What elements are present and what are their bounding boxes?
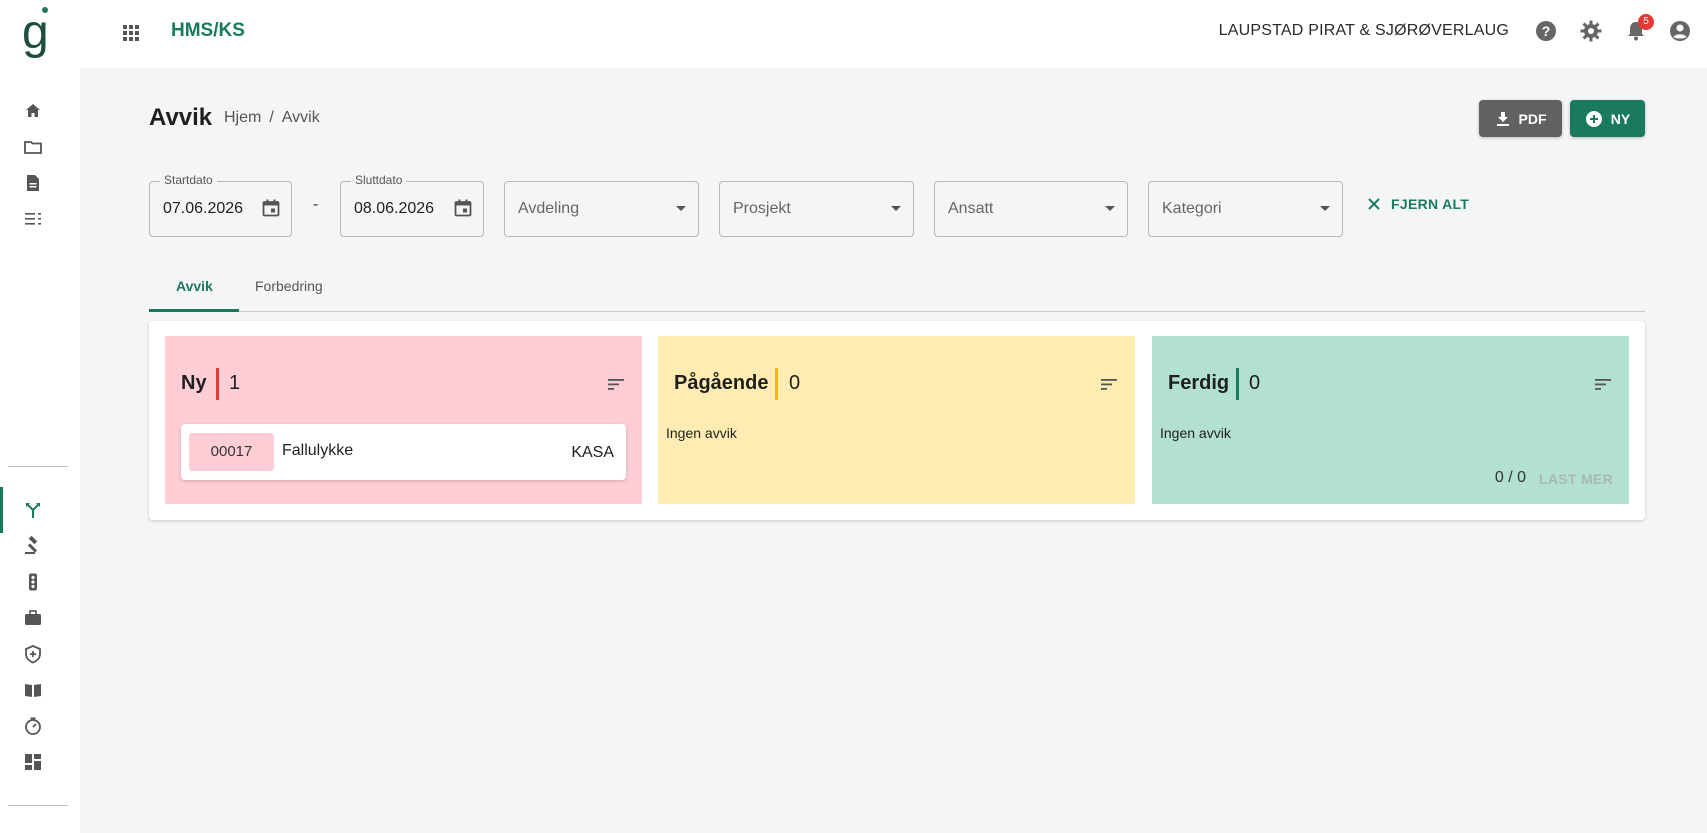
start-date-value[interactable]: 07.06.2026 <box>163 200 243 218</box>
end-date-label: Sluttdato <box>351 173 407 187</box>
category-placeholder: Kategori <box>1162 200 1222 217</box>
dashboard-icon[interactable] <box>22 751 44 773</box>
empty-state-text: Ingen avvik <box>666 425 737 441</box>
kanban-board: Ny 1 00017 Fallulykke KASA Pågående 0 In… <box>149 321 1645 520</box>
department-placeholder: Avdeling <box>518 200 580 217</box>
end-date-field[interactable]: Sluttdato 08.06.2026 <box>340 173 484 237</box>
shield-icon[interactable] <box>22 643 44 665</box>
sort-icon[interactable] <box>1099 374 1119 394</box>
project-placeholder: Prosjekt <box>733 200 791 217</box>
chevron-down-icon <box>1105 206 1115 211</box>
briefcase-icon[interactable] <box>22 607 44 629</box>
card-code: KASA <box>571 444 614 461</box>
add-circle-icon <box>1585 110 1602 127</box>
breadcrumb-home-link[interactable]: Hjem <box>224 109 261 126</box>
gavel-icon[interactable] <box>22 535 44 557</box>
top-bar: g HMS/KS LAUPSTAD PIRAT & SJØRØVERLAUG ?… <box>0 0 1707 68</box>
timer-icon[interactable] <box>22 715 44 737</box>
card-id-badge: 00017 <box>189 433 274 471</box>
tab-avvik[interactable]: Avvik <box>176 278 213 294</box>
svg-text:?: ? <box>1542 23 1551 39</box>
column-title: Pågående <box>674 372 769 394</box>
checklist-icon[interactable] <box>22 208 44 230</box>
column-count: 1 <box>229 372 241 394</box>
category-select[interactable]: Kategori <box>1148 181 1343 237</box>
column-pagaende: Pågående 0 Ingen avvik <box>658 336 1135 504</box>
breadcrumb: Hjem / Avvik <box>224 109 328 127</box>
pdf-button-label: PDF <box>1518 110 1547 127</box>
tab-bar: Avvik Forbedring <box>149 265 1645 312</box>
svg-text:g: g <box>22 6 49 59</box>
logo: g <box>22 6 49 59</box>
new-button-label: NY <box>1610 110 1631 127</box>
tab-forbedring[interactable]: Forbedring <box>255 278 323 294</box>
sidebar-divider <box>8 805 68 806</box>
sidebar <box>0 68 80 833</box>
clear-all-filters-button[interactable]: FJERN ALT <box>1367 196 1469 212</box>
settings-gear-icon[interactable] <box>1579 19 1603 43</box>
document-icon[interactable] <box>22 172 44 194</box>
column-ferdig: Ferdig 0 Ingen avvik 0 / 0 LAST MER <box>1152 336 1629 504</box>
chevron-down-icon <box>1320 206 1330 211</box>
app-title[interactable]: HMS/KS <box>171 20 245 42</box>
deviation-card[interactable]: 00017 Fallulykke KASA <box>181 424 626 480</box>
new-deviation-button[interactable]: NY <box>1570 100 1645 137</box>
end-date-value[interactable]: 08.06.2026 <box>354 200 434 218</box>
column-accent-divider <box>216 368 219 400</box>
pagination-count: 0 / 0 <box>1494 469 1526 486</box>
employee-placeholder: Ansatt <box>948 200 994 217</box>
folder-icon[interactable] <box>22 136 44 158</box>
breadcrumb-separator: / <box>269 109 274 126</box>
column-title: Ferdig <box>1168 372 1230 394</box>
column-count: 0 <box>789 372 801 394</box>
home-icon[interactable] <box>22 100 44 122</box>
calendar-icon[interactable] <box>453 198 473 218</box>
chevron-down-icon <box>891 206 901 211</box>
traffic-light-icon[interactable] <box>22 571 44 593</box>
close-icon <box>1368 198 1380 210</box>
apps-grid-icon[interactable] <box>121 23 141 43</box>
chevron-down-icon <box>676 206 686 211</box>
column-accent-divider <box>775 368 778 400</box>
active-tab-indicator <box>149 309 239 312</box>
department-select[interactable]: Avdeling <box>504 181 699 237</box>
date-range-separator: - <box>313 196 319 213</box>
help-icon[interactable]: ? <box>1534 19 1558 43</box>
deviation-icon[interactable] <box>22 499 44 521</box>
notification-badge: 5 <box>1638 14 1654 30</box>
calendar-icon[interactable] <box>261 198 281 218</box>
pdf-download-button[interactable]: PDF <box>1479 100 1562 137</box>
sort-icon[interactable] <box>606 374 626 394</box>
sidebar-active-indicator <box>0 487 3 533</box>
empty-state-text: Ingen avvik <box>1160 425 1231 441</box>
sort-icon[interactable] <box>1593 374 1613 394</box>
column-ny: Ny 1 00017 Fallulykke KASA <box>165 336 642 504</box>
clear-all-label: FJERN ALT <box>1391 196 1470 212</box>
column-accent-divider <box>1236 368 1239 400</box>
start-date-label: Startdato <box>160 173 217 187</box>
book-icon[interactable] <box>22 679 44 701</box>
column-title: Ny <box>181 372 207 394</box>
breadcrumb-current: Avvik <box>281 109 320 126</box>
card-title: Fallulykke <box>282 442 354 459</box>
project-select[interactable]: Prosjekt <box>719 181 914 237</box>
account-icon[interactable] <box>1668 19 1692 43</box>
download-icon <box>1496 111 1509 126</box>
employee-select[interactable]: Ansatt <box>934 181 1128 237</box>
notifications-button[interactable]: 5 <box>1624 14 1654 43</box>
sidebar-divider <box>8 466 68 467</box>
start-date-field[interactable]: Startdato 07.06.2026 <box>149 173 292 237</box>
column-count: 0 <box>1249 372 1261 394</box>
page-title: Avvik <box>149 104 213 131</box>
organization-name[interactable]: LAUPSTAD PIRAT & SJØRØVERLAUG <box>1219 22 1509 40</box>
load-more-button[interactable]: LAST MER <box>1539 471 1613 487</box>
